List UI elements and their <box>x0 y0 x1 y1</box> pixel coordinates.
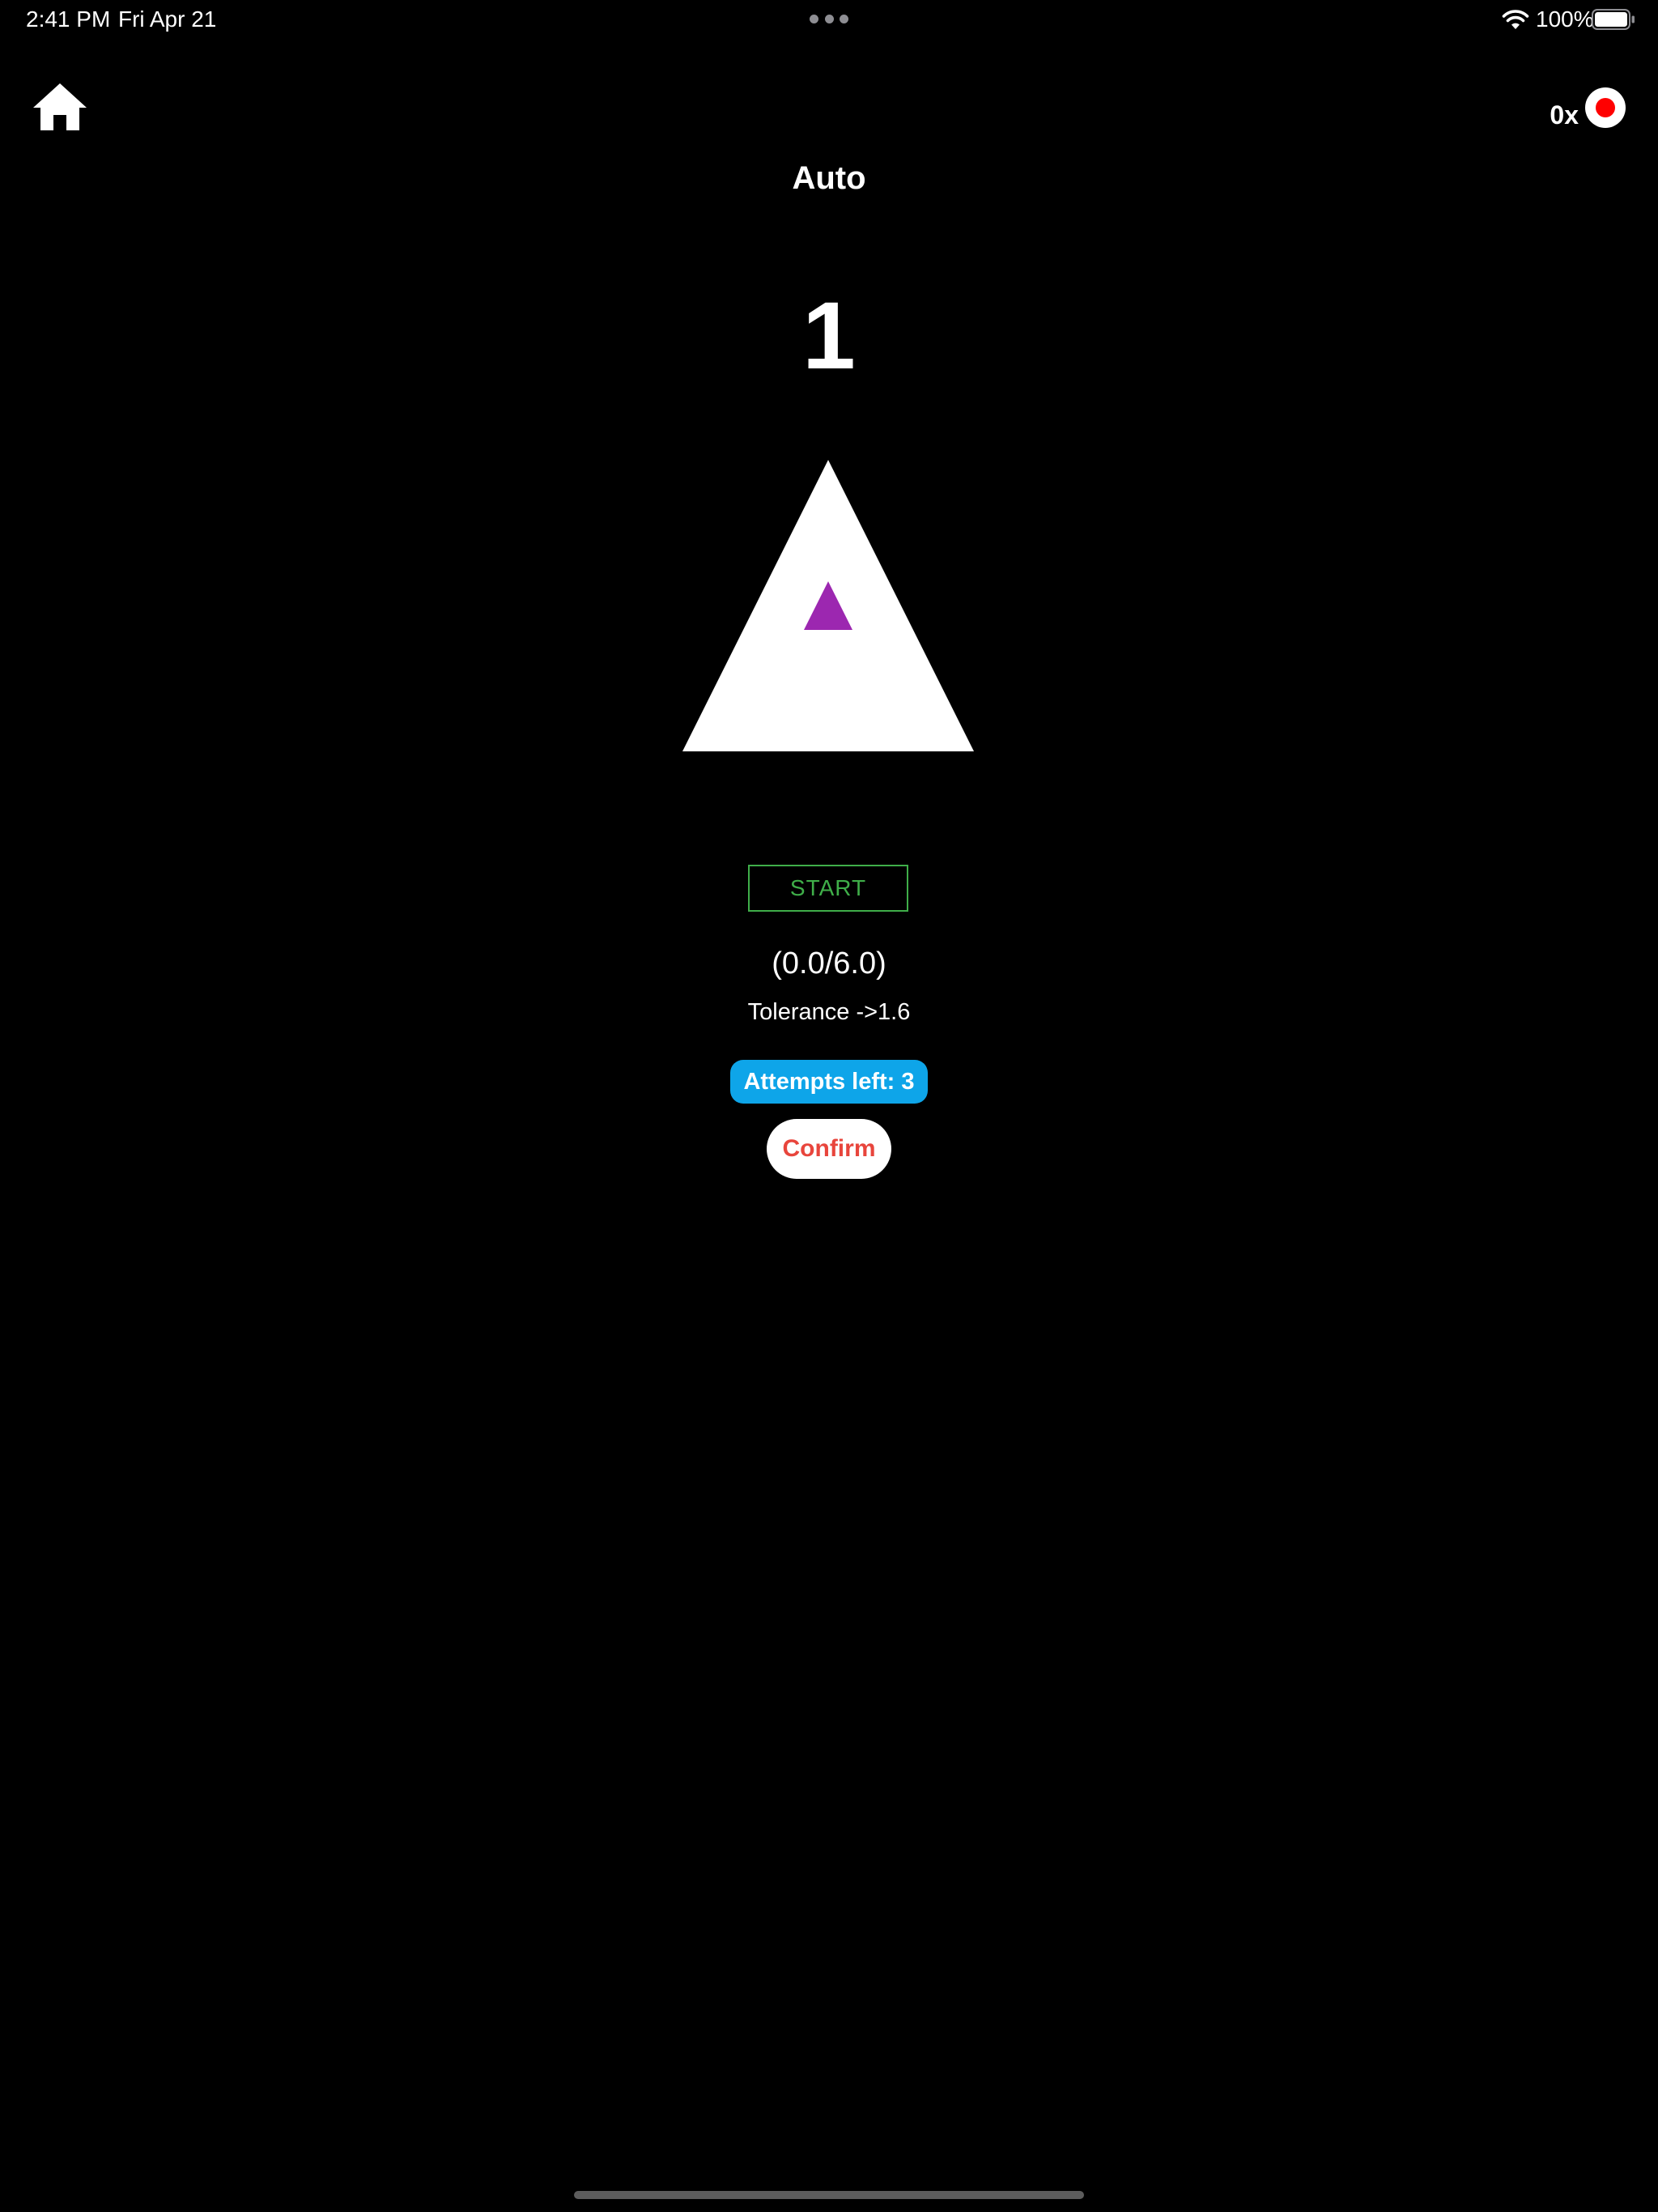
tolerance-text: Tolerance ->1.6 <box>747 999 911 1025</box>
battery-percent: 100% <box>1536 6 1594 32</box>
wifi-icon <box>1502 10 1529 29</box>
attempts-badge: Attempts left: 3 <box>730 1060 928 1104</box>
start-button[interactable]: START <box>748 865 908 912</box>
speed-label: 0x <box>1550 100 1579 130</box>
triangle-stage <box>682 460 974 751</box>
home-indicator[interactable] <box>574 2191 1084 2199</box>
home-icon[interactable] <box>32 81 87 133</box>
record-button[interactable] <box>1585 87 1626 128</box>
record-icon <box>1596 98 1615 117</box>
progress-text: (0.0/6.0) <box>772 946 886 981</box>
multitask-dots-icon[interactable] <box>810 14 848 23</box>
confirm-button[interactable]: Confirm <box>767 1119 891 1179</box>
status-time: 2:41 PM <box>26 6 111 32</box>
page-title: Auto <box>792 160 866 196</box>
level-number: 1 <box>802 283 856 389</box>
status-date: Fri Apr 21 <box>118 6 217 32</box>
battery-icon <box>1592 9 1635 30</box>
